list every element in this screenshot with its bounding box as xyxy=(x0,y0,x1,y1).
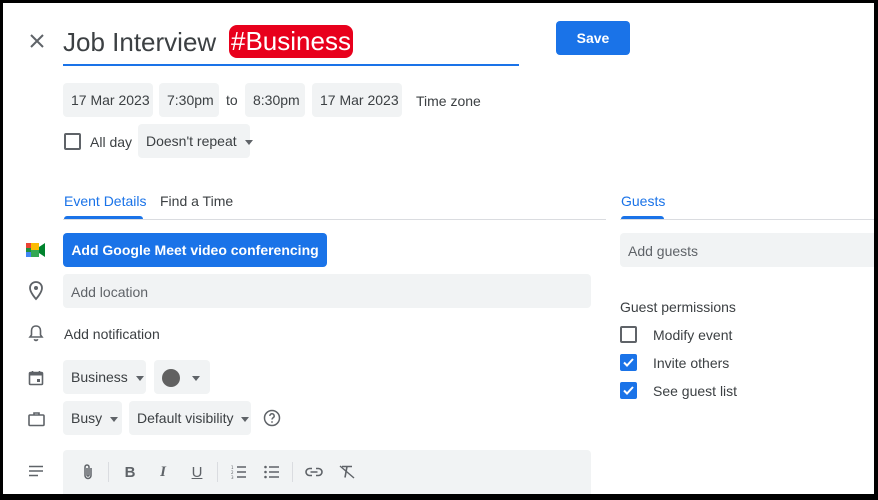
save-button[interactable]: Save xyxy=(556,21,630,55)
permission-label-invite: Invite others xyxy=(653,355,730,371)
location-placeholder: Add location xyxy=(71,284,149,300)
title-text: Job Interview xyxy=(63,27,217,57)
add-guests-input[interactable]: Add guests xyxy=(620,233,874,267)
tab-event-details[interactable]: Event Details xyxy=(64,193,146,209)
visibility-select[interactable]: Default visibility xyxy=(129,401,251,435)
bell-icon xyxy=(25,322,47,344)
add-guests-placeholder: Add guests xyxy=(628,243,699,259)
allday-checkbox[interactable] xyxy=(64,133,81,150)
to-label: to xyxy=(226,92,238,108)
start-time[interactable]: 7:30pm xyxy=(159,83,219,117)
close-icon[interactable] xyxy=(26,30,48,52)
google-meet-icon xyxy=(25,240,47,260)
link-icon[interactable] xyxy=(304,461,324,483)
timezone-link[interactable]: Time zone xyxy=(416,93,481,109)
title-tag: #Business xyxy=(229,25,353,58)
toolbar-divider xyxy=(292,462,293,482)
add-meet-button[interactable]: Add Google Meet video conferencing xyxy=(63,233,327,267)
tabs-divider xyxy=(63,219,606,220)
toolbar-divider xyxy=(108,462,109,482)
color-select[interactable] xyxy=(154,360,210,394)
permission-checkbox-see-list[interactable] xyxy=(620,382,637,399)
end-time[interactable]: 8:30pm xyxy=(245,83,305,117)
guests-divider xyxy=(620,219,874,220)
repeat-select[interactable]: Doesn't repeat xyxy=(138,124,250,158)
notes-icon xyxy=(25,461,47,481)
add-notification-link[interactable]: Add notification xyxy=(64,326,160,342)
window-frame-right xyxy=(874,0,878,500)
guest-permissions-title: Guest permissions xyxy=(620,299,736,315)
calendar-icon xyxy=(25,367,47,389)
tab-guests[interactable]: Guests xyxy=(621,193,665,209)
permission-label-see-list: See guest list xyxy=(653,383,738,399)
permission-checkbox-modify[interactable] xyxy=(620,326,637,343)
svg-text:3: 3 xyxy=(231,475,234,479)
briefcase-icon xyxy=(25,408,47,430)
permission-checkbox-invite[interactable] xyxy=(620,354,637,371)
help-icon[interactable] xyxy=(262,408,282,428)
attachment-icon[interactable] xyxy=(78,461,98,483)
bold-icon[interactable]: B xyxy=(120,461,140,483)
tab-find-a-time[interactable]: Find a Time xyxy=(160,193,233,209)
color-dot-icon xyxy=(162,369,180,388)
toolbar-divider xyxy=(217,462,218,482)
clear-format-icon[interactable] xyxy=(337,461,357,483)
calendar-select[interactable]: Business xyxy=(63,360,146,394)
italic-icon[interactable]: I xyxy=(153,461,173,483)
location-pin-icon xyxy=(25,280,47,302)
numbered-list-icon[interactable]: 123 xyxy=(229,461,249,483)
permission-label-modify: Modify event xyxy=(653,327,733,343)
start-date[interactable]: 17 Mar 2023 xyxy=(63,83,153,117)
underline-icon[interactable]: U xyxy=(187,461,207,483)
busy-select[interactable]: Busy xyxy=(63,401,122,435)
location-input[interactable]: Add location xyxy=(63,274,591,308)
end-date[interactable]: 17 Mar 2023 xyxy=(312,83,402,117)
event-title-input[interactable]: Job Interview #Business xyxy=(63,22,519,66)
description-toolbar xyxy=(63,450,591,494)
allday-label: All day xyxy=(90,134,133,150)
bullet-list-icon[interactable] xyxy=(262,461,282,483)
